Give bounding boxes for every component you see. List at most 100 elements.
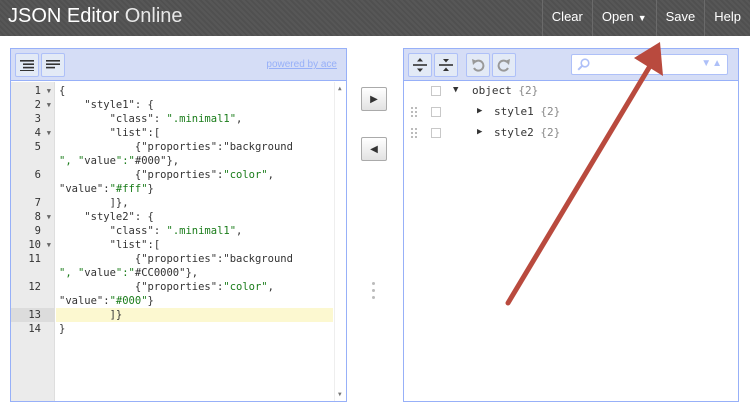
scroll-up-icon[interactable]: ▲ xyxy=(338,85,342,92)
line-number-text: 4 xyxy=(34,127,41,139)
search-nav-icons[interactable]: ▼▲ xyxy=(701,58,723,69)
open-button[interactable]: Open ▼ xyxy=(591,0,656,36)
save-label: Save xyxy=(665,9,696,24)
fold-toggle-icon[interactable]: ▼ xyxy=(47,210,51,224)
save-button[interactable]: Save xyxy=(655,0,705,36)
code-line[interactable]: ]}, xyxy=(59,196,331,210)
drag-handle-icon[interactable] xyxy=(411,128,417,138)
search-icon xyxy=(577,58,590,71)
main-menu: Clear Open ▼ Save Help xyxy=(541,0,750,36)
code-line[interactable]: "list":[ xyxy=(59,126,331,140)
line-number xyxy=(11,182,55,196)
code-line[interactable]: "value":"#fff"} xyxy=(59,182,331,196)
tree-child-count: {2} xyxy=(540,126,561,139)
line-number-text: 13 xyxy=(28,309,41,321)
code-line[interactable]: "style2": { xyxy=(59,210,331,224)
code-line[interactable]: {"proporties":"background xyxy=(59,252,331,266)
format-icon xyxy=(20,60,34,71)
collapse-all-icon xyxy=(439,59,453,71)
line-number-text: 7 xyxy=(34,197,41,209)
fold-toggle-icon[interactable]: ▼ xyxy=(47,238,51,252)
code-editor[interactable]: 1 ▼ 2 ▼ 3 4 ▼ 5 6 7 8 ▼ 9 10 ▼ 11 12 13 14 { "style1": { "… xyxy=(11,82,346,401)
tree-row-style1[interactable]: ▶ style1 {2} xyxy=(404,103,738,121)
select-checkbox[interactable] xyxy=(431,86,441,96)
help-button[interactable]: Help xyxy=(704,0,750,36)
expanded-triangle-icon[interactable]: ▼ xyxy=(453,85,458,95)
tree-node-label: style1 {2} xyxy=(494,105,560,118)
line-number: 13 xyxy=(11,308,55,322)
panel-splitter[interactable] xyxy=(372,282,376,304)
drag-dot-icon xyxy=(372,282,375,285)
code-line[interactable]: {"proporties":"background xyxy=(59,140,331,154)
search-input[interactable]: ▼▲ xyxy=(571,54,728,75)
tree-root-label: object xyxy=(472,84,512,97)
undo-icon xyxy=(472,59,485,72)
line-number: 11 xyxy=(11,252,55,266)
app-title: JSON Editor Online xyxy=(8,5,183,28)
code-line[interactable]: "style1": { xyxy=(59,98,331,112)
line-number-text: 10 xyxy=(28,239,41,251)
line-number-text: 12 xyxy=(28,281,41,293)
redo-button[interactable] xyxy=(492,53,516,77)
select-checkbox[interactable] xyxy=(431,107,441,117)
line-number-text: 6 xyxy=(34,169,41,181)
compact-button[interactable] xyxy=(41,53,65,77)
drag-handle-icon[interactable] xyxy=(411,107,417,117)
tree-child-label: style2 xyxy=(494,126,534,139)
redo-icon xyxy=(497,59,510,72)
line-number: 6 xyxy=(11,168,55,182)
code-scrollbar[interactable]: ▲ ▼ xyxy=(334,82,346,401)
format-button[interactable] xyxy=(15,53,39,77)
collapsed-triangle-icon[interactable]: ▶ xyxy=(477,106,482,116)
scroll-down-icon[interactable]: ▼ xyxy=(338,391,342,398)
caret-down-icon: ▼ xyxy=(637,13,647,23)
code-line[interactable]: { xyxy=(59,84,331,98)
code-line[interactable]: ", "value":"#000"}, xyxy=(59,154,331,168)
code-line[interactable]: "list":[ xyxy=(59,238,331,252)
drag-dot-icon xyxy=(372,296,375,299)
fold-toggle-icon[interactable]: ▼ xyxy=(47,84,51,98)
code-line[interactable]: "class": ".minimal1", xyxy=(59,224,331,238)
code-panel: powered by ace 1 ▼ 2 ▼ 3 4 ▼ 5 6 7 8 ▼ 9 10 ▼ 11 12 13 14 … xyxy=(10,48,347,402)
line-number: 5 xyxy=(11,140,55,154)
line-number xyxy=(11,294,55,308)
code-text[interactable]: { "style1": { "class": ".minimal1", "lis… xyxy=(56,82,334,401)
clear-button[interactable]: Clear xyxy=(541,0,592,36)
line-number-text: 14 xyxy=(28,323,41,335)
drag-dot-icon xyxy=(372,289,375,292)
code-line[interactable]: ", "value":"#CC0000"}, xyxy=(59,266,331,280)
open-label: Open xyxy=(601,9,634,24)
line-number xyxy=(11,266,55,280)
line-number: 12 xyxy=(11,280,55,294)
line-number: 1 ▼ xyxy=(11,84,55,98)
line-number: 2 ▼ xyxy=(11,98,55,112)
line-number-text: 8 xyxy=(34,211,41,223)
tree-row-root[interactable]: ▼ object {2} xyxy=(404,82,738,100)
code-line[interactable]: "value":"#000"} xyxy=(59,294,331,308)
copy-to-code-button[interactable]: ◀ xyxy=(361,137,387,161)
tree-node-label: style2 {2} xyxy=(494,126,560,139)
tree-toolbar: ▼▲ xyxy=(404,49,738,81)
code-line[interactable]: {"proporties":"color", xyxy=(59,168,331,182)
app-title-light: Online xyxy=(124,5,183,27)
line-number: 8 ▼ xyxy=(11,210,55,224)
fold-toggle-icon[interactable]: ▼ xyxy=(47,126,51,140)
code-line[interactable]: {"proporties":"color", xyxy=(59,280,331,294)
expand-all-button[interactable] xyxy=(408,53,432,77)
tree-node-label: object {2} xyxy=(472,84,538,97)
collapsed-triangle-icon[interactable]: ▶ xyxy=(477,127,482,137)
fold-toggle-icon[interactable]: ▼ xyxy=(47,98,51,112)
collapse-all-button[interactable] xyxy=(434,53,458,77)
powered-by-ace-link[interactable]: powered by ace xyxy=(266,59,337,70)
line-number xyxy=(11,154,55,168)
code-toolbar: powered by ace xyxy=(11,49,346,81)
code-line[interactable]: "class": ".minimal1", xyxy=(59,112,331,126)
copy-to-tree-button[interactable]: ▶ xyxy=(361,87,387,111)
line-gutter: 1 ▼ 2 ▼ 3 4 ▼ 5 6 7 8 ▼ 9 10 ▼ 11 12 13 14 xyxy=(11,82,55,401)
code-line[interactable]: } xyxy=(59,322,331,336)
line-number-text: 2 xyxy=(34,99,41,111)
tree-row-style2[interactable]: ▶ style2 {2} xyxy=(404,124,738,142)
select-checkbox[interactable] xyxy=(431,128,441,138)
code-line[interactable]: ]} xyxy=(56,308,333,322)
undo-button[interactable] xyxy=(466,53,490,77)
